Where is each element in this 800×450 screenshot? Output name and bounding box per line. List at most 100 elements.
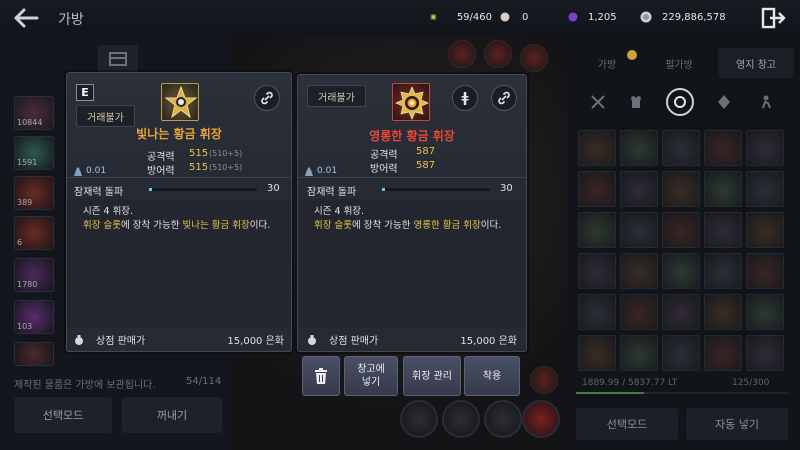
trade-restricted-label: 거래불가 bbox=[76, 105, 135, 127]
potential-value: 30 bbox=[500, 183, 513, 194]
item-icon bbox=[161, 83, 199, 121]
equip-button[interactable]: 착용 bbox=[464, 356, 520, 396]
top-bar: 가방 59/460 0 1,205 229,886,578 bbox=[0, 0, 800, 36]
storage-select-mode-button[interactable]: 선택모드 bbox=[576, 408, 678, 440]
storage-slot[interactable] bbox=[578, 253, 616, 289]
inventory-slot[interactable]: 6 bbox=[14, 216, 54, 250]
chest-button[interactable] bbox=[98, 45, 138, 75]
skill-slot[interactable] bbox=[522, 400, 560, 438]
purple-orb-icon bbox=[568, 12, 578, 22]
tab-pearl-bag[interactable]: 펄가방 bbox=[642, 48, 716, 78]
category-weapon[interactable] bbox=[584, 88, 612, 116]
potential-label: 잠재력 돌파 bbox=[307, 187, 357, 198]
storage-slot[interactable] bbox=[620, 130, 658, 166]
weight-bar bbox=[576, 392, 788, 394]
link-button[interactable] bbox=[254, 85, 280, 111]
pearl-icon bbox=[500, 12, 510, 22]
currency-pearl: 0 bbox=[496, 8, 564, 26]
weight-icon bbox=[305, 167, 313, 176]
equipment-slot[interactable] bbox=[520, 44, 548, 72]
back-arrow-icon[interactable] bbox=[12, 7, 40, 29]
storage-slot[interactable] bbox=[578, 212, 616, 248]
storage-slot[interactable] bbox=[578, 335, 616, 371]
delete-button[interactable] bbox=[302, 356, 340, 396]
item-description: 시즌 4 휘장. 휘장 슬롯에 장착 가능한 영롱한 황금 휘장이다. bbox=[298, 199, 526, 327]
storage-slot[interactable] bbox=[704, 212, 742, 248]
skill-slot[interactable] bbox=[400, 400, 438, 438]
storage-slot[interactable] bbox=[620, 212, 658, 248]
item-weight: 0.01 bbox=[74, 166, 106, 176]
storage-slot[interactable] bbox=[746, 130, 784, 166]
storage-slot[interactable] bbox=[578, 294, 616, 330]
link-icon bbox=[498, 91, 510, 105]
category-accessory[interactable] bbox=[666, 88, 694, 116]
storage-slot[interactable] bbox=[704, 130, 742, 166]
storage-slot[interactable] bbox=[746, 171, 784, 207]
exit-icon[interactable] bbox=[760, 6, 786, 30]
storage-slot[interactable] bbox=[704, 335, 742, 371]
storage-slot[interactable] bbox=[746, 253, 784, 289]
category-misc[interactable] bbox=[752, 88, 780, 116]
armor-icon bbox=[631, 96, 641, 108]
green-gem-icon bbox=[430, 14, 437, 20]
potential-label: 잠재력 돌파 bbox=[74, 187, 124, 198]
storage-slot[interactable] bbox=[662, 171, 700, 207]
store-in-storage-button[interactable]: 창고에 넣기 bbox=[344, 356, 398, 396]
inventory-slot[interactable]: 389 bbox=[14, 176, 54, 210]
storage-slot[interactable] bbox=[662, 335, 700, 371]
equipment-slot[interactable] bbox=[448, 40, 476, 68]
auto-store-button[interactable]: 자동 넣기 bbox=[686, 408, 788, 440]
storage-slot[interactable] bbox=[704, 294, 742, 330]
trash-icon bbox=[315, 368, 327, 384]
tab-territory-storage[interactable]: 영지 창고 bbox=[718, 48, 794, 78]
category-gem[interactable] bbox=[710, 88, 738, 116]
storage-slot[interactable] bbox=[746, 335, 784, 371]
storage-slot[interactable] bbox=[746, 294, 784, 330]
storage-slot[interactable] bbox=[620, 171, 658, 207]
storage-slot[interactable] bbox=[662, 130, 700, 166]
inventory-slot[interactable]: 10844 bbox=[14, 96, 54, 130]
link-button[interactable] bbox=[491, 85, 517, 111]
figure-icon bbox=[762, 95, 771, 109]
storage-slot[interactable] bbox=[746, 212, 784, 248]
grade-badge: E bbox=[76, 84, 94, 101]
take-out-button[interactable]: 꺼내기 bbox=[122, 397, 222, 433]
notification-dot bbox=[627, 50, 637, 60]
currency-silver: 229,886,578 bbox=[636, 8, 752, 26]
storage-slot[interactable] bbox=[578, 171, 616, 207]
storage-slot[interactable] bbox=[620, 335, 658, 371]
inventory-slot[interactable]: 1780 bbox=[14, 258, 54, 292]
skill-slot[interactable] bbox=[484, 400, 522, 438]
storage-slot[interactable] bbox=[704, 253, 742, 289]
equipment-slot[interactable] bbox=[484, 40, 512, 68]
currency-energy: 59/460 bbox=[426, 8, 498, 26]
equipment-slot[interactable] bbox=[530, 366, 558, 394]
inventory-slot[interactable]: 103 bbox=[14, 300, 54, 334]
potential-bar bbox=[382, 188, 490, 191]
rune-hash-icon: ǂ bbox=[461, 90, 469, 106]
radiant-emblem-icon bbox=[394, 85, 430, 121]
currency-purple: 1,205 bbox=[564, 8, 640, 26]
rune-button[interactable]: ǂ bbox=[452, 85, 478, 111]
inventory-capacity: 54/114 bbox=[186, 376, 222, 387]
potential-value: 30 bbox=[267, 183, 280, 194]
category-armor[interactable] bbox=[622, 88, 650, 116]
chest-icon bbox=[109, 52, 127, 66]
inventory-slot[interactable] bbox=[14, 342, 54, 366]
storage-slot[interactable] bbox=[578, 130, 616, 166]
storage-slot[interactable] bbox=[662, 253, 700, 289]
storage-slot[interactable] bbox=[662, 294, 700, 330]
storage-slot[interactable] bbox=[704, 171, 742, 207]
storage-slot[interactable] bbox=[662, 212, 700, 248]
item-description: 시즌 4 휘장. 휘장 슬롯에 장착 가능한 빛나는 황금 휘장이다. bbox=[67, 199, 291, 327]
emblem-manage-button[interactable]: 휘장 관리 bbox=[403, 356, 461, 396]
select-mode-button[interactable]: 선택모드 bbox=[14, 397, 112, 433]
storage-slot[interactable] bbox=[620, 253, 658, 289]
inventory-slot[interactable]: 1591 bbox=[14, 136, 54, 170]
link-icon bbox=[261, 91, 273, 105]
money-bag-icon bbox=[308, 335, 316, 345]
storage-slot[interactable] bbox=[620, 294, 658, 330]
skill-slot[interactable] bbox=[442, 400, 480, 438]
weight-icon bbox=[74, 167, 82, 176]
sell-price-row: 상점 판매가 15,000 은화 bbox=[74, 332, 286, 350]
